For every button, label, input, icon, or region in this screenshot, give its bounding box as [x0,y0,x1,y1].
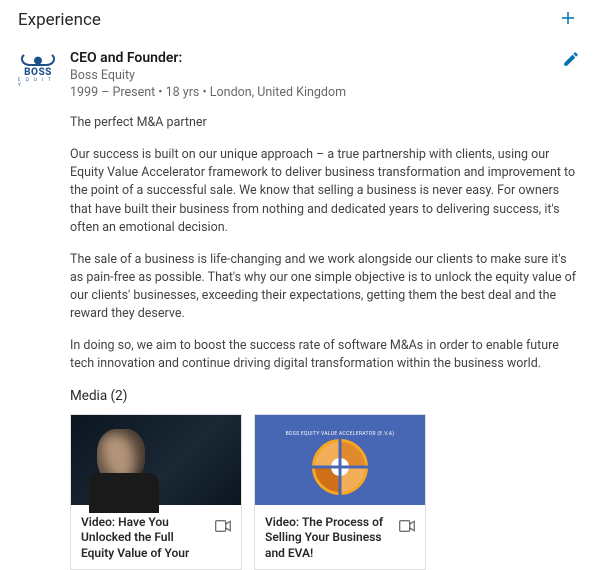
media-card[interactable]: Video: Have You Unlocked the Full Equity… [70,414,242,570]
media-title: Video: Have You Unlocked the Full Equity… [81,515,209,562]
pencil-icon [562,53,580,72]
dates-location: 1999 – Present • 18 yrs • London, United… [70,85,346,100]
add-experience-button[interactable] [556,8,580,32]
media-card[interactable]: BOSS EQUITY VALUE ACCELERATOR (E.V.A) Vi… [254,414,426,570]
description-paragraph: The sale of a business is life-changing … [70,251,580,324]
media-header: Media (2) [70,388,580,404]
company-logo[interactable]: BOSS E Q U I T Y [18,50,58,570]
logo-mark [21,52,55,66]
logo-subtext: E Q U I T Y [18,79,58,88]
job-description: The perfect M&A partner Our success is b… [70,114,580,374]
video-icon [399,517,415,536]
description-paragraph: Our success is built on our unique appro… [70,146,580,237]
experience-entry: BOSS E Q U I T Y CEO and Founder: Boss E… [18,50,580,570]
edit-experience-button[interactable] [562,50,580,72]
job-title: CEO and Founder: [70,50,346,66]
section-title: Experience [18,10,101,30]
media-thumbnail [71,415,241,505]
plus-icon [559,9,577,31]
description-paragraph: The perfect M&A partner [70,114,580,132]
description-paragraph: In doing so, we aim to boost the success… [70,337,580,373]
media-title: Video: The Process of Selling Your Busin… [265,515,393,562]
company-name: Boss Equity [70,68,346,83]
video-icon [215,517,231,536]
logo-text: BOSS [24,68,52,78]
media-thumbnail: BOSS EQUITY VALUE ACCELERATOR (E.V.A) [255,415,425,505]
